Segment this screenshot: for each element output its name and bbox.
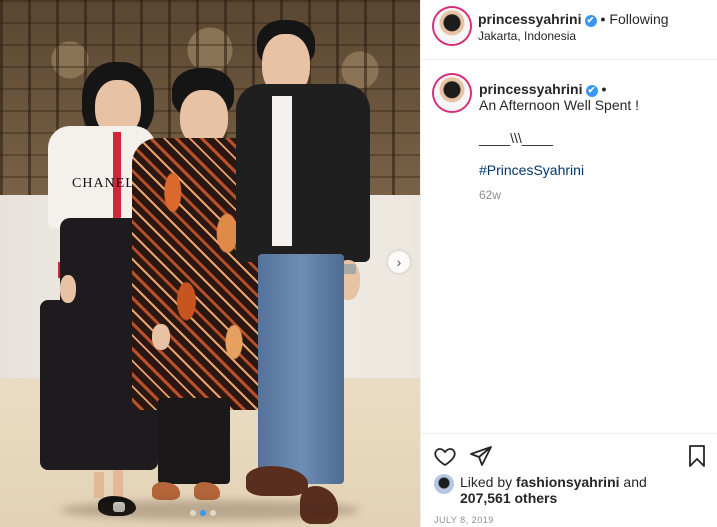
liker-avatar[interactable] xyxy=(434,474,454,494)
likes-connector: and xyxy=(623,474,647,490)
verified-badge-icon: ✔ xyxy=(584,14,597,27)
following-button[interactable]: Following xyxy=(609,11,668,27)
chevron-right-icon: › xyxy=(396,254,402,270)
actions-divider xyxy=(420,433,717,434)
carousel-next-button[interactable]: › xyxy=(388,251,410,273)
carousel-dot xyxy=(190,510,196,516)
bookmark-icon[interactable] xyxy=(685,444,709,468)
liker-username[interactable]: fashionsyahrini xyxy=(516,474,619,490)
post-location[interactable]: Jakarta, Indonesia xyxy=(478,29,576,43)
caption-username[interactable]: princessyahrini xyxy=(479,81,583,97)
caption-hashtag[interactable]: #PrincesSyahrini xyxy=(479,162,584,178)
post-date[interactable]: JULY 8, 2019 xyxy=(434,515,494,525)
author-avatar[interactable] xyxy=(434,8,470,44)
verified-badge-icon: ✔ xyxy=(585,84,598,97)
heart-icon[interactable] xyxy=(433,444,457,468)
likes-prefix: Liked by xyxy=(460,474,513,490)
carousel-dot-active xyxy=(200,510,206,516)
likes-row: Liked by fashionsyahrini and 207,561 oth… xyxy=(434,474,670,506)
caption-separator: • xyxy=(601,81,607,97)
likes-count[interactable]: 207,561 others xyxy=(460,490,557,506)
caption-line-2: ____\\\____ xyxy=(479,130,553,146)
caption-header: princessyahrini ✔ • xyxy=(479,81,610,97)
carousel-dot xyxy=(210,510,216,516)
post-side-panel xyxy=(420,0,717,527)
carousel-indicator xyxy=(190,510,216,516)
author-username[interactable]: princessyahrini xyxy=(478,11,582,27)
caption-age[interactable]: 62w xyxy=(479,188,501,202)
caption-line-1: An Afternoon Well Spent ! xyxy=(479,97,640,113)
header-separator: • xyxy=(600,11,606,27)
header-divider xyxy=(420,59,717,60)
share-icon[interactable] xyxy=(469,444,493,468)
likes-text: Liked by fashionsyahrini and 207,561 oth… xyxy=(460,474,670,506)
caption-avatar[interactable] xyxy=(434,75,470,111)
post-header: princessyahrini ✔ • Following xyxy=(478,11,669,27)
cardigan-text: CHANEL xyxy=(72,176,135,191)
post-photo[interactable]: CHANEL › xyxy=(0,0,420,527)
